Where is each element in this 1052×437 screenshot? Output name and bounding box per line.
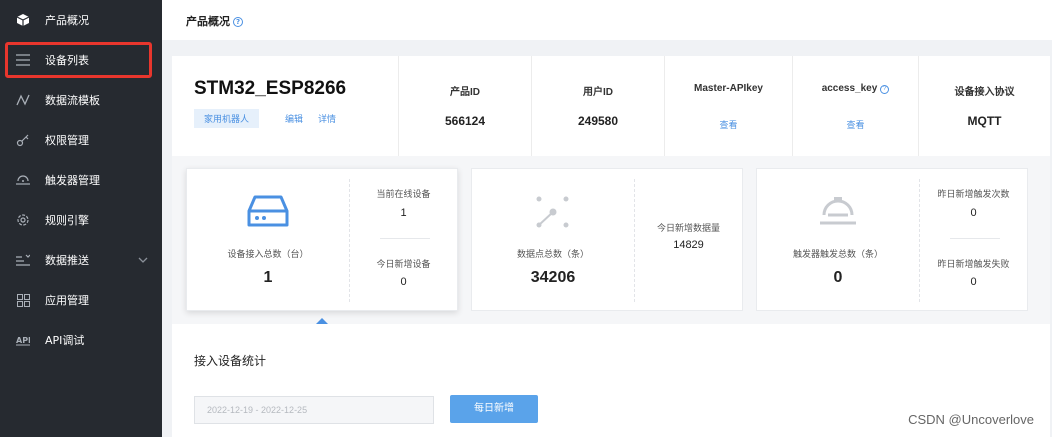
header: 产品概况? bbox=[162, 0, 1052, 40]
sidebar: 产品概况 设备列表 数据流模板 权限管理 触发器管理 规则引擎 数据推送 应用管… bbox=[0, 0, 162, 437]
stat-side-label: 今日新增设备 bbox=[376, 260, 431, 270]
daily-new-button[interactable]: 每日新增 bbox=[450, 395, 538, 423]
product-id-field: 产品ID 566124 bbox=[398, 56, 531, 156]
sidebar-item-rule-engine[interactable]: 规则引擎 bbox=[0, 200, 162, 240]
sidebar-item-datastream[interactable]: 数据流模板 bbox=[0, 80, 162, 120]
protocol-field: 设备接入协议 MQTT bbox=[918, 56, 1050, 156]
sidebar-item-label: 触发器管理 bbox=[45, 174, 100, 187]
cube-icon bbox=[14, 11, 32, 29]
device-stat-card[interactable]: 设备接入总数（台） 1 当前在线设备 1 今日新增设备 0 bbox=[186, 168, 458, 311]
view-apikey-link[interactable]: 查看 bbox=[665, 118, 792, 131]
page-title-text: 产品概况 bbox=[186, 15, 230, 28]
field-value: 249580 bbox=[577, 114, 619, 128]
sidebar-item-label: 权限管理 bbox=[45, 134, 89, 147]
field-key: 产品ID bbox=[450, 87, 480, 98]
divider bbox=[380, 238, 430, 239]
stat-main: 数据点总数（条） 34206 bbox=[472, 169, 634, 312]
sidebar-item-api-debug[interactable]: API API调试 bbox=[0, 320, 162, 360]
stat-side: 当前在线设备 1 今日新增设备 0 bbox=[350, 169, 457, 312]
page-title: 产品概况? bbox=[186, 13, 243, 29]
sidebar-item-label: 应用管理 bbox=[45, 294, 89, 307]
field-key: 用户ID bbox=[583, 87, 613, 98]
sidebar-item-app-manage[interactable]: 应用管理 bbox=[0, 280, 162, 320]
grid-icon bbox=[14, 291, 32, 309]
product-info-card: STM32_ESP8266 家用机器人 编辑 详情 产品ID 566124 用户… bbox=[172, 56, 1050, 156]
help-icon[interactable]: ? bbox=[233, 17, 243, 27]
stat-label: 数据点总数（条） bbox=[516, 250, 589, 260]
stat-side-label: 当前在线设备 bbox=[376, 190, 431, 200]
stat-side-value: 0 bbox=[970, 207, 977, 219]
sidebar-item-data-push[interactable]: 数据推送 bbox=[0, 240, 162, 280]
stat-label: 设备接入总数（台） bbox=[227, 250, 309, 260]
help-icon[interactable]: ? bbox=[880, 85, 890, 94]
view-access-key-link[interactable]: 查看 bbox=[793, 118, 918, 131]
stat-value: 0 bbox=[833, 269, 843, 286]
field-key: access_key? bbox=[793, 83, 918, 94]
selection-highlight bbox=[5, 42, 152, 78]
flow-icon bbox=[14, 91, 32, 109]
api-icon: API bbox=[14, 331, 32, 349]
product-tag: 家用机器人 bbox=[194, 109, 260, 128]
device-icon bbox=[187, 195, 349, 229]
sidebar-item-trigger[interactable]: 触发器管理 bbox=[0, 160, 162, 200]
stat-side-label: 昨日新增触发失败 bbox=[937, 260, 1010, 270]
sidebar-item-overview[interactable]: 产品概况 bbox=[0, 0, 162, 40]
master-apikey-field: Master-APIkey 查看 bbox=[664, 56, 792, 156]
key-icon bbox=[14, 131, 32, 149]
sidebar-item-label: 规则引擎 bbox=[45, 214, 89, 227]
main-content: 产品概况? STM32_ESP8266 家用机器人 编辑 详情 产品ID 566… bbox=[162, 0, 1052, 437]
gear-icon bbox=[14, 211, 32, 229]
detail-link[interactable]: 详情 bbox=[318, 112, 336, 125]
stat-side-label: 昨日新增触发次数 bbox=[937, 190, 1010, 200]
stat-side: 今日新增数据量 14829 bbox=[635, 169, 742, 312]
trigger-stat-card[interactable]: 触发器触发总数（条） 0 昨日新增触发次数 0 昨日新增触发失败 0 bbox=[756, 168, 1028, 311]
datapoint-stat-card[interactable]: 数据点总数（条） 34206 今日新增数据量 14829 bbox=[471, 168, 743, 311]
sidebar-item-label: API调试 bbox=[45, 334, 85, 347]
edit-link[interactable]: 编辑 bbox=[285, 112, 303, 125]
stat-side-value: 1 bbox=[400, 207, 407, 219]
chevron-down-icon[interactable] bbox=[138, 255, 148, 266]
stat-main: 触发器触发总数（条） 0 bbox=[757, 169, 919, 312]
stat-side-value: 0 bbox=[970, 276, 977, 288]
svg-text:API: API bbox=[16, 336, 30, 345]
sidebar-item-label: 产品概况 bbox=[45, 14, 89, 27]
field-value: 566124 bbox=[444, 114, 486, 128]
field-key: 设备接入协议 bbox=[954, 87, 1015, 98]
user-id-field: 用户ID 249580 bbox=[531, 56, 664, 156]
product-name: STM32_ESP8266 bbox=[194, 78, 347, 99]
divider bbox=[950, 238, 1000, 239]
stat-label: 触发器触发总数（条） bbox=[792, 250, 883, 260]
access-key-field: access_key? 查看 bbox=[792, 56, 918, 156]
stat-value: 34206 bbox=[530, 269, 576, 286]
sidebar-item-permission[interactable]: 权限管理 bbox=[0, 120, 162, 160]
field-key: Master-APIkey bbox=[694, 83, 763, 94]
field-value: MQTT bbox=[967, 114, 1002, 128]
watermark: CSDN @Uncoverlove bbox=[908, 412, 1034, 427]
field-key-text: access_key bbox=[821, 83, 878, 94]
stat-side-label: 今日新增数据量 bbox=[656, 224, 720, 234]
stat-side: 昨日新增触发次数 0 昨日新增触发失败 0 bbox=[920, 169, 1027, 312]
sidebar-item-label: 数据流模板 bbox=[45, 94, 100, 107]
date-range-input[interactable]: 2022-12-19 - 2022-12-25 bbox=[194, 396, 434, 424]
stat-side-value: 14829 bbox=[673, 239, 704, 251]
stat-main: 设备接入总数（台） 1 bbox=[187, 169, 349, 312]
push-icon bbox=[14, 251, 32, 269]
section-title: 接入设备统计 bbox=[194, 354, 267, 368]
sidebar-item-label: 数据推送 bbox=[45, 254, 89, 267]
datapoint-icon bbox=[472, 195, 634, 229]
trigger-icon bbox=[14, 171, 32, 189]
stat-side-value: 0 bbox=[400, 276, 407, 288]
stat-value: 1 bbox=[263, 269, 273, 286]
trigger-icon bbox=[757, 195, 919, 229]
stats-area: 设备接入总数（台） 1 当前在线设备 1 今日新增设备 0 数据点总数（条） 3… bbox=[172, 156, 1050, 324]
device-statistics-section: 接入设备统计 2022-12-19 - 2022-12-25 每日新增 CSDN… bbox=[172, 324, 1050, 437]
